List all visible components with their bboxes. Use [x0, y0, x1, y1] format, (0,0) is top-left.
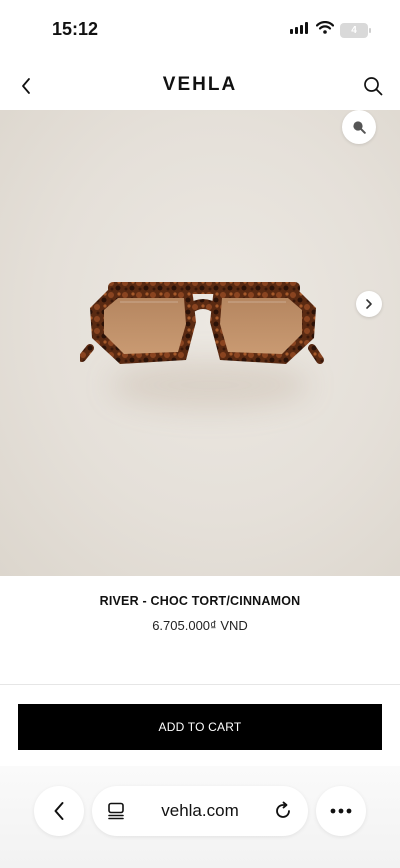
status-bar: 15:12 4	[0, 0, 400, 60]
divider	[0, 684, 400, 685]
search-icon[interactable]	[360, 73, 386, 99]
top-nav: VEHLA	[0, 62, 400, 110]
browser-back-icon[interactable]	[34, 786, 84, 836]
product-price: 6.705.000₫ VND	[152, 618, 248, 633]
battery-label: 4	[351, 24, 357, 36]
zoom-magnifier-icon[interactable]	[342, 110, 376, 144]
signal-icon	[290, 21, 310, 39]
product-image[interactable]	[0, 110, 400, 576]
sunglasses-illustration	[80, 282, 324, 364]
status-time: 15:12	[52, 19, 99, 39]
wifi-icon	[315, 21, 335, 39]
next-image-chevron-icon[interactable]	[356, 291, 382, 317]
battery-icon: 4	[340, 22, 371, 38]
status-icons: 4	[290, 21, 371, 39]
address-bar[interactable]: vehla.com	[92, 786, 308, 836]
browser-toolbar: vehla.com	[0, 766, 400, 868]
more-options-icon[interactable]	[316, 786, 366, 836]
product-title: RIVER - CHOC TORT/CINNAMON	[99, 594, 301, 608]
brand-logo[interactable]: VEHLA	[0, 74, 400, 96]
reload-icon[interactable]	[272, 800, 294, 822]
add-to-cart-button[interactable]: ADD TO CART	[18, 704, 382, 750]
